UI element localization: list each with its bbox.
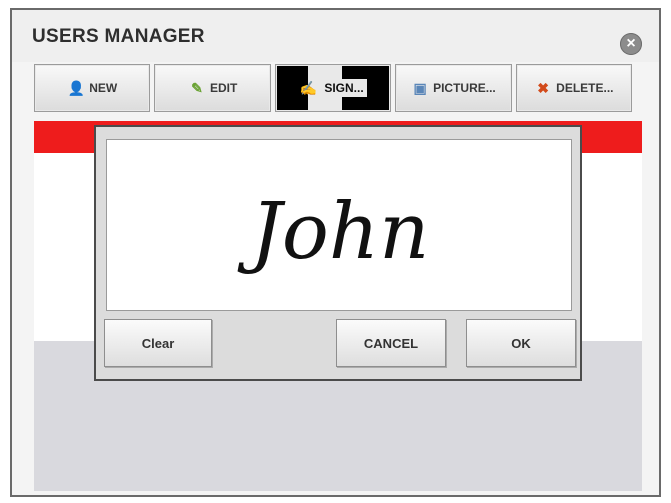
title-bar: USERS MANAGER [12,10,659,62]
user-delete-icon: ✖ [537,80,550,96]
users-manager-window: USERS MANAGER × 👤 NEW ✎ EDIT ✍ SIGN... ▣… [10,8,661,497]
edit-button[interactable]: ✎ EDIT [154,64,271,112]
picture-button-label: PICTURE... [433,81,496,95]
picture-icon: ▣ [413,80,427,96]
user-add-icon: 👤 [67,80,85,96]
signature-icon: ✍ [299,80,318,96]
signature-stroke: John [237,187,430,277]
clear-button[interactable]: Clear [104,319,212,367]
pencil-icon: ✎ [191,80,203,96]
cancel-button[interactable]: CANCEL [336,319,446,367]
ok-button[interactable]: OK [466,319,576,367]
sign-button[interactable]: ✍ SIGN... [274,64,392,112]
close-icon[interactable]: × [620,33,642,55]
toolbar: 👤 NEW ✎ EDIT ✍ SIGN... ▣ PICTURE... ✖ DE… [34,64,633,112]
sign-button-label: SIGN... [321,79,367,97]
window-title: USERS MANAGER [32,26,205,47]
signature-dialog: John Clear CANCEL OK [94,125,582,381]
signature-pad[interactable]: John [106,139,572,311]
picture-button[interactable]: ▣ PICTURE... [395,64,512,112]
new-button[interactable]: 👤 NEW [34,64,151,112]
edit-button-label: EDIT [209,81,238,95]
delete-button-label: DELETE... [556,81,614,95]
signature-canvas: John [237,187,430,277]
delete-button[interactable]: ✖ DELETE... [515,64,633,112]
new-button-label: NEW [89,81,118,95]
